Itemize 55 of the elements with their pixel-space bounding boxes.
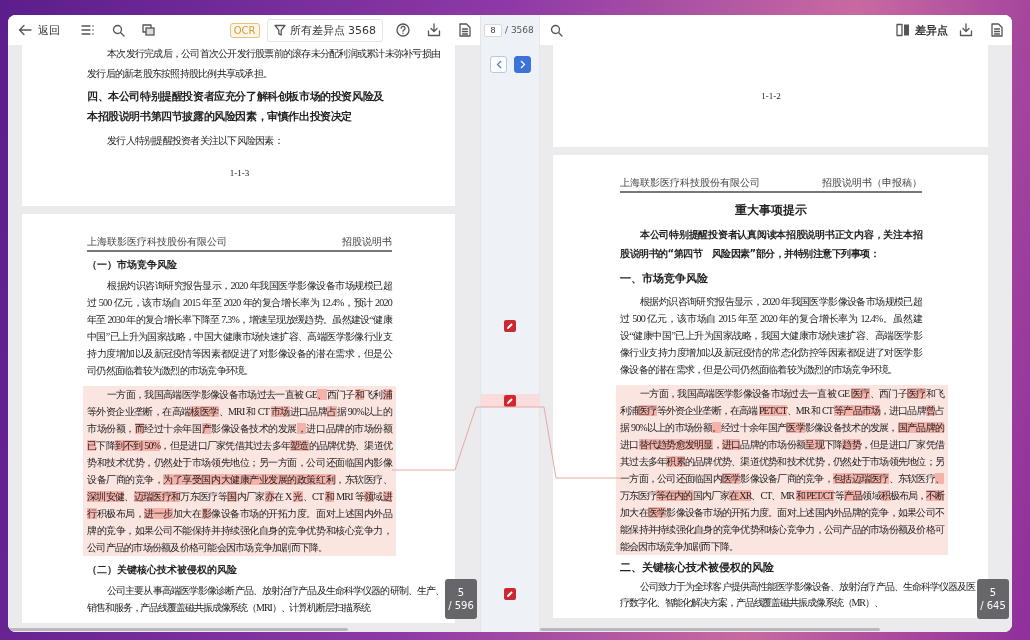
paragraph: 发行人特别提醒投资者关注以下风险因素： — [106, 134, 284, 148]
page-total: / 3568 — [505, 25, 534, 35]
filter-button[interactable]: 所有差异点 3568 — [266, 18, 383, 42]
section-heading: （二）关键核心技术被侵权的风险 — [87, 563, 238, 577]
paragraph: 根据灼识咨询研究报告显示，2020 年我国医学影像设备市场规模已超过 500 亿元，该市场自 2015 年至 2020 年的复合增长率为 12.4%，预计 2020 年至 2030 年的复合增长率下降至 7.3%，增速呈现放缓趋势。虽然建设“健康中国”已上升为国家战略，中国大健康市场快速扩容、高端医学影像行业支持力度增加以及新冠疫情等因素都促进了对影像设备的潜在需求，但是公司仍然面临着较为激烈的市场竞争环境。 — [87, 279, 392, 378]
scrollbar[interactable] — [540, 628, 880, 631]
page-header-text: 招股说明书（申报稿） — [822, 177, 922, 190]
previous-button[interactable] — [490, 56, 507, 73]
paragraph: 公司主要从事高端医学影像诊断产品、放射治疗产品及生命科学仪器的研制、生产、销售和服务，产品线覆盖磁共振成像系统（MRI）、计算机断层扫描系统 — [87, 584, 444, 615]
edit-marker[interactable] — [504, 394, 516, 407]
download-icon[interactable] — [959, 23, 973, 37]
back-arrow-icon[interactable] — [18, 23, 32, 37]
download-icon[interactable] — [427, 23, 441, 37]
pencil-icon — [507, 322, 513, 329]
page-header-text: 上海联影医疗科技股份有限公司 — [87, 236, 227, 249]
pencil-icon — [507, 590, 513, 597]
scrollbar[interactable] — [8, 628, 348, 631]
section-heading: 一、市场竞争风险 — [620, 271, 709, 287]
changed-paragraph: 一方面，我国高端医学影像设备市场过去一直被 GE、西门子和飞利浦 等外资企业垄断，在高端核医学、MRI 和 CT 市场进口品牌占据 90%以上的市场份额，而经过十余年国产影像设备技术的发展，进口品牌的市场份额 已下降到不到 50%，但是进口厂家凭借其过去多年塑造的品牌优势、渠道优势和技术优势，仍然处于市场领先地位；另一方面，公司还面临国内影像设备厂商的竞争，为了享受国内大健康产业发展的政策红利，东软医疗、 深圳安健、迈瑞医疗和万东医疗等国内厂家亦在 X 光、CT 和 MRI 等领域进行积极布局，进一步加大在影像设备市场的开拓力度。面对上述国内外品牌的竞争，如果公司不能保持并持续强化自身的竞争优势和核心竞争力，公司产品的市场份额及价格可能会因市场竞争加剧而下降。 — [83, 386, 396, 556]
section-heading: 四、本公司特别提醒投资者应充分了解科创板市场的投资风险及本招股说明书第四节披露的风险因素，审慎作出投资决定 — [87, 89, 385, 124]
section-heading: 二、关键核心技术被侵权的风险 — [620, 560, 775, 576]
page-total: / 645 — [980, 600, 1006, 611]
document-icon[interactable] — [990, 23, 1004, 37]
page-number: 1-1-3 — [228, 167, 251, 180]
paragraph: 根据灼识咨询研究报告显示，2020 年我国医学影像设备市场规模已超过 500 亿元，该市场自 2015 年至 2020 年的复合增长率为 12.4%。虽然建设“健康中国”已上升为国家战略，我国大健康市场快速扩容、高端医学影像行业支持力度增加以及新冠疫情的常态化防控等因素都促进了对医学影像设备的潜在需求，但是公司仍然面临着较为激烈的市场竞争环境。 — [620, 295, 922, 377]
overlap-squares-icon[interactable] — [142, 24, 155, 36]
search-icon[interactable] — [112, 23, 125, 37]
section-heading: （一）市场竞争风险 — [87, 258, 178, 272]
chevron-left-icon[interactable] — [495, 60, 502, 69]
edit-marker[interactable] — [504, 587, 516, 600]
next-button[interactable] — [514, 56, 531, 73]
current-page: 5 — [989, 587, 997, 598]
page-number-field[interactable]: 8 — [484, 23, 502, 37]
diff-toggle-button[interactable]: 差异点 — [896, 22, 948, 38]
page-total: / 596 — [448, 600, 474, 611]
paragraph: 本次发行完成后，公司首次公开发行股票前的滚存未分配利润或累计未弥补亏损由 — [106, 47, 440, 61]
filter-icon[interactable] — [273, 24, 286, 36]
page-number: 1-1-2 — [761, 91, 781, 101]
page-header-text: 招股说明书 — [342, 236, 392, 249]
page-header-text: 上海联影医疗科技股份有限公司 — [620, 177, 760, 190]
paragraph: 公司致力于为全球客户提供高性能医学影像设备、放射治疗产品、生命科学仪器及医疗数字化、智能化解决方案，产品线覆盖磁共振成像系统（MR）、 — [620, 580, 975, 610]
chevron-right-icon[interactable] — [519, 60, 526, 69]
back-button[interactable]: 返回 — [18, 22, 60, 38]
paragraph: 本公司特别提醒投资者认真阅读本招股说明书正文内容，关注本招股说明书的“第四节 风险因素”部分，并特别注意下列事项： — [620, 228, 922, 261]
changed-paragraph: 一方面，我国高端医学影像设备市场过去一直被 GE 医疗、西门子医疗和飞利浦医疗等外资企业垄断，在高端 PET/CT、MR 和 CT 等产品市场，进口品牌曾占据 90%以上的市场份额。经过十余年国产医学影像设备技术的发展，国产品牌的 进口替代趋势愈发明显，进口品牌的市场份额呈现下降趋势，但是进口厂家凭借其过去多年积累的品牌优势、渠道优势和技术优势，仍然处于市场领先地位；另一方面，公司还面临国内医学影像设备厂商的竞争，包括迈瑞医疗、东软医疗、 万东医疗等在内的国内厂家在 XR、CT、MR和 PET/CT等产品领域积极布局，不断 加大在医学影像设备市场的开拓力度。面对上述国内外品牌的竞争，如果公司不能保持并持续强化自身的竞争优势和核心竞争力，公司产品的市场份额及价格可能会因市场竞争加剧而下降。 — [616, 385, 948, 555]
pencil-icon — [507, 397, 513, 404]
search-icon[interactable] — [550, 23, 563, 37]
edit-marker[interactable] — [504, 319, 516, 332]
list-icon[interactable] — [81, 24, 95, 36]
page-title: 重大事项提示 — [734, 202, 808, 219]
split-view-icon[interactable] — [896, 23, 910, 37]
paragraph: 发行后的新老股东按照持股比例共享或承担。 — [87, 67, 273, 81]
help-icon[interactable] — [396, 23, 410, 37]
document-icon[interactable] — [458, 23, 472, 37]
current-page: 5 — [457, 587, 465, 598]
